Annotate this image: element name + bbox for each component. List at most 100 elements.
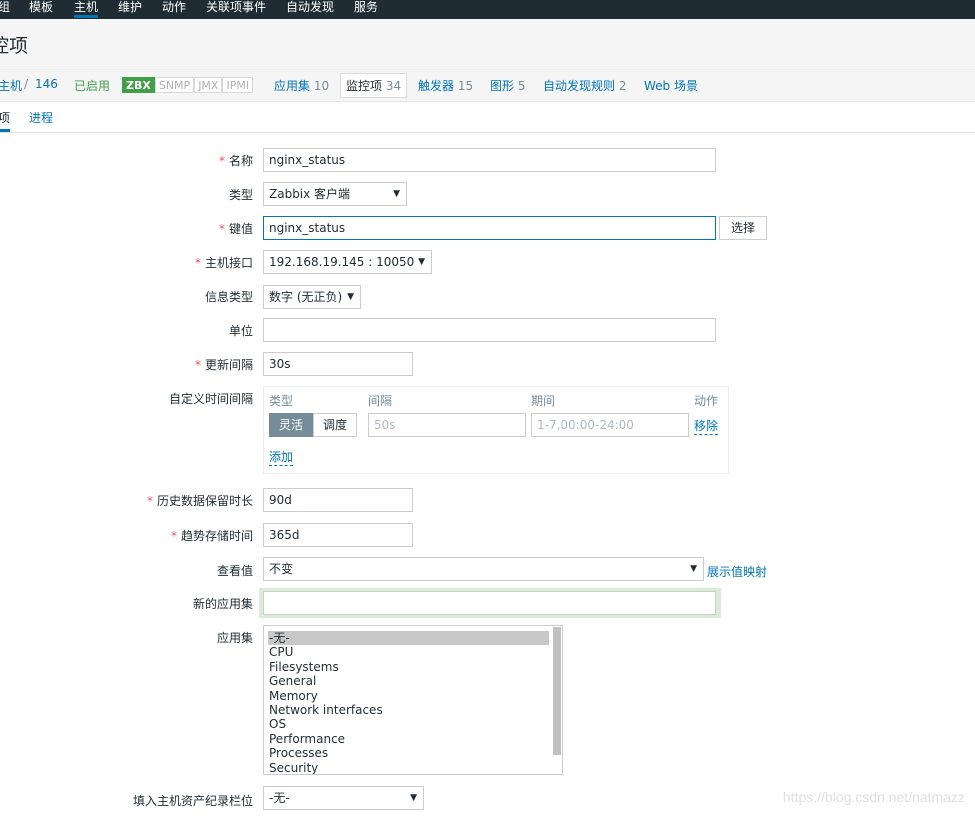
units-label: 单位 [228,324,253,338]
list-item[interactable]: Network interfaces [268,703,549,717]
list-item[interactable]: Filesystems [268,660,549,674]
tab-web-scenarios[interactable]: Web 场景 [644,77,698,94]
history-input[interactable]: 90d [263,488,413,512]
top-navigation: 组 模板 主机 维护 动作 关联项事件 自动发现 服务 [0,0,975,19]
nav-services[interactable]: 服务 [354,0,378,15]
list-item[interactable]: CPU [268,645,549,659]
select-key-button[interactable]: 选择 [719,216,767,240]
required-icon: * [218,222,225,236]
applications-listbox[interactable]: -无- CPU Filesystems General Memory Netwo… [263,625,563,775]
page-header: 控项 [0,19,975,69]
custom-intervals-label: 自定义时间间隔 [168,392,253,406]
inventory-label: 填入主机资产纪录栏位 [132,794,253,808]
tab-items-label: 监控项 [346,79,383,93]
nav-hosts[interactable]: 主机 [74,0,99,18]
list-item[interactable]: Security [268,761,549,774]
tab-triggers[interactable]: 触发器 15 [418,77,473,94]
flexible-option[interactable]: 灵活 [269,413,314,437]
form-tabs: 项 进程 [0,102,975,133]
remove-interval-link[interactable]: 移除 [694,417,719,435]
tab-discovery-rules[interactable]: 自动发现规则 2 [543,77,626,94]
type-select-value: Zabbix 客户端 [269,187,351,201]
chevron-down-icon: ▼ [690,564,697,574]
host-name-link[interactable]: 146 [35,77,58,91]
nav-discovery[interactable]: 自动发现 [286,0,334,15]
tab-item[interactable]: 项 [0,109,11,132]
trends-label-text: 趋势存储时间 [180,529,253,543]
tab-graphs[interactable]: 图形 5 [490,77,525,94]
required-icon: * [218,154,225,168]
availability-badges: ZBX SNMP JMX IPMI [122,77,254,93]
list-item[interactable]: -无- [268,631,549,646]
all-hosts-link[interactable]: 主机 [0,77,22,94]
name-input[interactable]: nginx_status [263,148,716,172]
col-period-header: 期间 [531,394,556,408]
type-label: 类型 [228,188,253,202]
tab-triggers-count: 15 [457,79,474,93]
tab-discovery-label: 自动发现规则 [543,79,616,93]
list-item[interactable]: Processes [268,746,549,760]
update-interval-input[interactable]: 30s [263,352,413,376]
tab-graphs-count: 5 [517,79,526,93]
units-input[interactable] [263,318,716,342]
interface-select-value: 192.168.19.145 : 10050 [269,255,415,269]
interval-type-toggle: 灵活 调度 [269,413,358,437]
snmp-badge: SNMP [154,77,195,93]
nav-event-correlation[interactable]: 关联项事件 [206,0,266,15]
page-title: 控项 [0,35,29,57]
nav-maintenance[interactable]: 维护 [118,0,142,15]
required-icon: * [194,358,201,372]
tab-items-count: 34 [385,79,402,93]
required-icon: * [170,529,177,543]
custom-period-input[interactable]: 1-7,00:00-24:00 [531,413,689,437]
update-interval-label-text: 更新间隔 [204,358,253,372]
info-type-select[interactable]: 数字 (无正负) ▼ [263,285,361,309]
name-label-text: 名称 [228,154,253,168]
col-action-header: 动作 [694,394,719,408]
inventory-select[interactable]: -无- ▼ [263,786,424,810]
list-item[interactable]: OS [268,717,549,731]
key-label-text: 键值 [228,222,253,236]
nav-actions[interactable]: 动作 [162,0,186,15]
listbox-scrollbar[interactable] [553,627,561,755]
add-interval-link[interactable]: 添加 [269,448,294,466]
tab-applications[interactable]: 应用集 10 [274,77,329,94]
col-interval-header: 间隔 [368,394,393,408]
tab-preprocessing[interactable]: 进程 [29,109,53,126]
update-interval-label: * 更新间隔 [195,356,253,373]
type-select[interactable]: Zabbix 客户端 ▼ [263,182,407,206]
key-input[interactable]: nginx_status [263,216,716,240]
tab-graphs-label: 图形 [490,79,515,93]
list-item[interactable]: Memory [268,689,549,703]
tab-discovery-count: 2 [618,79,627,93]
zbx-badge: ZBX [122,77,155,93]
tab-triggers-label: 触发器 [418,79,455,93]
tab-items[interactable]: 监控项 34 [340,73,408,98]
host-navigation: 主机 / 146 已启用 ZBX SNMP JMX IPMI 应用集 10 监控… [0,69,975,102]
nav-templates[interactable]: 模板 [29,0,53,15]
name-label: * 名称 [219,152,253,169]
new-application-input[interactable] [263,591,716,615]
history-label: * 历史数据保留时长 [147,492,253,509]
custom-interval-input[interactable]: 50s [368,413,526,437]
list-item[interactable]: General [268,674,549,688]
trends-input[interactable]: 365d [263,523,413,547]
interface-label-text: 主机接口 [204,256,253,270]
valuemap-select-value: 不变 [269,562,294,576]
required-icon: * [194,256,201,270]
list-item[interactable]: Performance [268,732,549,746]
nav-host-groups[interactable]: 组 [0,0,10,15]
inventory-select-value: -无- [269,791,290,805]
host-status[interactable]: 已启用 [74,77,110,94]
valuemap-select[interactable]: 不变 ▼ [263,557,704,581]
watermark: https://blog.csdn.net/natmazz [782,789,965,805]
required-icon: * [146,494,153,508]
tab-applications-label: 应用集 [274,79,311,93]
interface-select[interactable]: 192.168.19.145 : 10050 ▼ [263,250,432,274]
interface-label: * 主机接口 [195,254,253,271]
info-type-label: 信息类型 [204,290,253,304]
trends-label: * 趋势存储时间 [171,527,253,544]
scheduling-option[interactable]: 调度 [313,413,358,437]
jmx-badge: JMX [194,77,223,93]
show-value-mappings-link[interactable]: 展示值映射 [707,563,767,580]
